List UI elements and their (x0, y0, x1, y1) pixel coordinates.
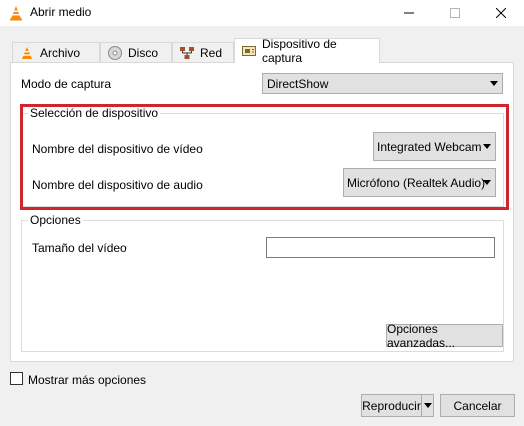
tab-label: Disco (128, 46, 159, 60)
vlc-cone-icon (8, 5, 24, 21)
close-icon (496, 8, 506, 18)
play-dropdown-button[interactable] (421, 394, 434, 417)
audio-device-label: Nombre del dispositivo de audio (32, 178, 203, 192)
maximize-button[interactable] (432, 0, 478, 26)
network-icon (179, 45, 195, 61)
video-device-label: Nombre del dispositivo de vídeo (32, 142, 203, 156)
chevron-down-icon (483, 180, 491, 185)
chevron-down-icon (423, 402, 432, 408)
more-options-checkbox[interactable] (10, 372, 23, 385)
play-button[interactable]: Reproducir (361, 394, 422, 417)
capture-mode-select[interactable]: DirectShow (262, 73, 503, 94)
chevron-down-icon (490, 81, 498, 86)
capture-device-icon (241, 43, 257, 59)
video-device-value: Integrated Webcam (377, 139, 482, 154)
device-selection-group: Selección de dispositivo Nombre del disp… (21, 106, 504, 207)
more-options-label: Mostrar más opciones (28, 373, 147, 387)
capture-mode-value: DirectShow (267, 76, 329, 91)
cancel-button[interactable]: Cancelar (440, 394, 515, 417)
chevron-down-icon (483, 144, 491, 149)
minimize-icon (404, 12, 414, 14)
tab-disco[interactable]: Disco (100, 42, 172, 63)
options-group: Opciones Tamaño del vídeo Opciones avanz… (21, 213, 504, 352)
tab-strip: Archivo Disco Red Dispositivo de captura (10, 37, 514, 65)
tab-dispositivo-de-captura[interactable]: Dispositivo de captura (234, 37, 380, 65)
maximize-icon (450, 8, 460, 18)
minimize-button[interactable] (386, 0, 432, 26)
disc-icon (107, 45, 123, 61)
tab-label: Dispositivo de captura (262, 37, 337, 65)
file-icon (19, 45, 35, 61)
options-title: Opciones (28, 213, 83, 227)
tab-red[interactable]: Red (172, 42, 234, 63)
title-bar: Abrir medio (0, 0, 524, 26)
video-size-input[interactable] (266, 237, 495, 258)
tab-label: Archivo (40, 46, 81, 60)
video-device-select[interactable]: Integrated Webcam (373, 132, 496, 161)
capture-device-panel: Modo de captura DirectShow Selección de … (10, 62, 514, 362)
capture-mode-label: Modo de captura (21, 77, 112, 91)
tab-label: Red (200, 46, 223, 60)
close-button[interactable] (478, 0, 524, 26)
device-selection-title: Selección de dispositivo (28, 106, 161, 120)
tab-archivo[interactable]: Archivo (12, 42, 100, 63)
advanced-options-button[interactable]: Opciones avanzadas... (386, 322, 503, 350)
audio-device-value: Micrófono (Realtek Audio) (347, 175, 486, 190)
window-title: Abrir medio (30, 5, 92, 19)
audio-device-select[interactable]: Micrófono (Realtek Audio) (343, 168, 496, 197)
video-size-label: Tamaño del vídeo (32, 241, 127, 255)
